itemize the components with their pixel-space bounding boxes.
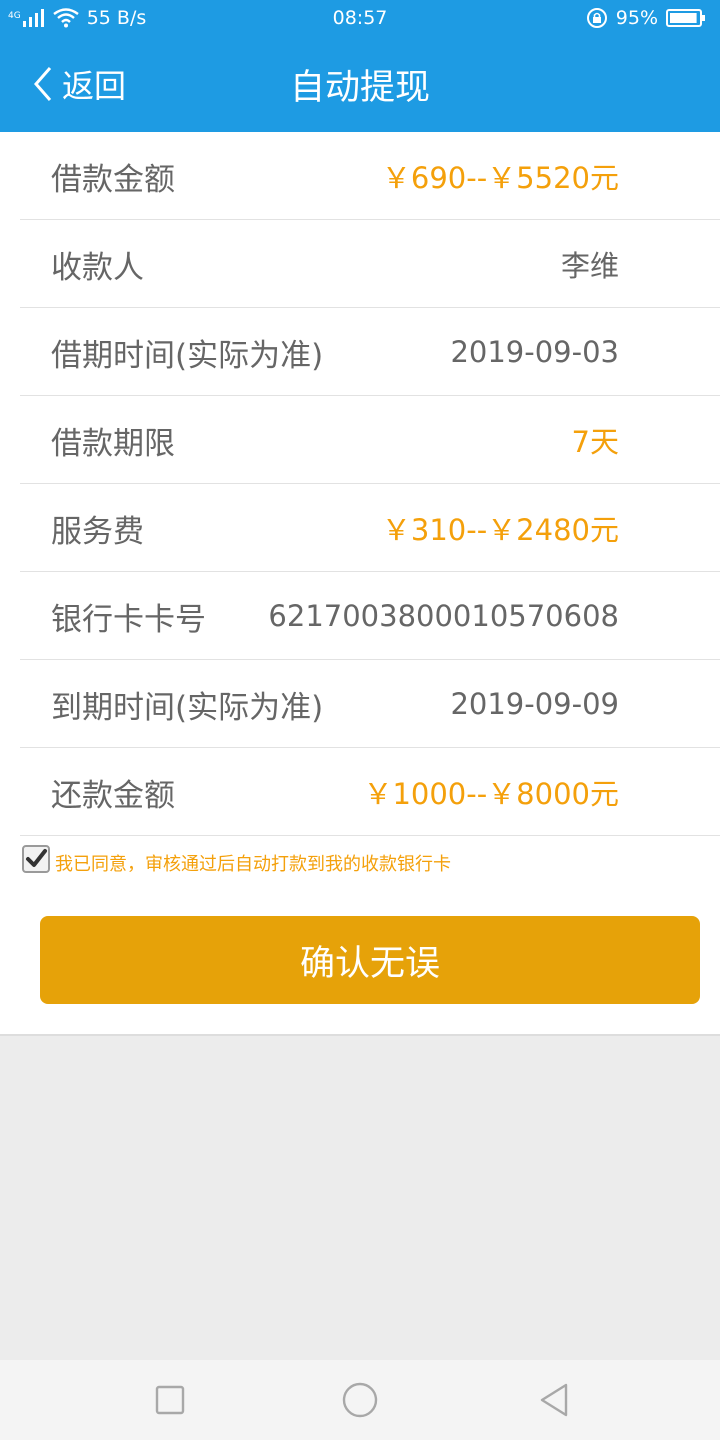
row-label: 借款期限 <box>51 425 175 462</box>
chevron-left-icon <box>34 67 52 101</box>
row-value: ￥690--￥5520元 <box>381 161 619 195</box>
row-label: 借期时间(实际为准) <box>51 337 324 374</box>
triangle-back-icon <box>540 1383 568 1417</box>
back-label: 返回 <box>62 67 127 105</box>
detail-row-loan-date: 借期时间(实际为准) 2019-09-03 <box>20 308 720 396</box>
row-value: 李维 <box>560 249 619 283</box>
system-back-button[interactable] <box>534 1380 574 1420</box>
row-value: ￥1000--￥8000元 <box>363 777 619 811</box>
battery-percent: 95% <box>615 7 658 29</box>
confirm-button[interactable]: 确认无误 <box>40 916 700 1004</box>
nav-bar: 返回 自动提现 <box>0 36 720 132</box>
detail-row-service-fee: 服务费 ￥310--￥2480元 <box>20 484 720 572</box>
rotation-lock-icon <box>586 8 607 28</box>
detail-row-due-date: 到期时间(实际为准) 2019-09-09 <box>20 660 720 748</box>
status-bar: 4G 55 B/s 08:57 95% <box>0 0 720 36</box>
agreement-checkbox[interactable] <box>22 845 50 873</box>
back-button[interactable]: 返回 <box>30 36 126 132</box>
row-value: 2019-09-03 <box>450 335 619 369</box>
row-label: 银行卡卡号 <box>51 601 206 638</box>
status-right: 95% <box>586 0 706 36</box>
square-icon <box>155 1385 185 1415</box>
checkmark-icon <box>26 849 47 867</box>
row-value: 2019-09-09 <box>450 687 619 721</box>
row-label: 还款金额 <box>51 777 175 814</box>
row-label: 服务费 <box>51 513 144 550</box>
battery-icon <box>666 9 705 27</box>
detail-row-repayment-amount: 还款金额 ￥1000--￥8000元 <box>20 748 720 836</box>
row-value: ￥310--￥2480元 <box>381 513 619 547</box>
agreement: 我已同意，审核通过后自动打款到我的收款银行卡 <box>22 842 451 876</box>
row-label: 借款金额 <box>51 161 175 198</box>
home-button[interactable] <box>340 1380 380 1420</box>
detail-list: 借款金额 ￥690--￥5520元 收款人 李维 借期时间(实际为准) 2019… <box>20 132 720 836</box>
detail-row-loan-amount: 借款金额 ￥690--￥5520元 <box>20 132 720 220</box>
detail-row-card-number: 银行卡卡号 6217003800010570608 <box>20 572 720 660</box>
row-value: 7天 <box>571 425 619 459</box>
agreement-text: 我已同意，审核通过后自动打款到我的收款银行卡 <box>55 854 451 875</box>
withdraw-details-card: 借款金额 ￥690--￥5520元 收款人 李维 借期时间(实际为准) 2019… <box>0 132 720 1036</box>
detail-row-payee: 收款人 李维 <box>20 220 720 308</box>
circle-icon <box>342 1382 378 1418</box>
row-label: 到期时间(实际为准) <box>51 689 324 726</box>
detail-row-loan-term: 借款期限 7天 <box>20 396 720 484</box>
recent-apps-button[interactable] <box>150 1380 190 1420</box>
row-value: 6217003800010570608 <box>268 599 619 633</box>
system-nav-bar <box>0 1360 720 1440</box>
row-label: 收款人 <box>51 249 144 286</box>
